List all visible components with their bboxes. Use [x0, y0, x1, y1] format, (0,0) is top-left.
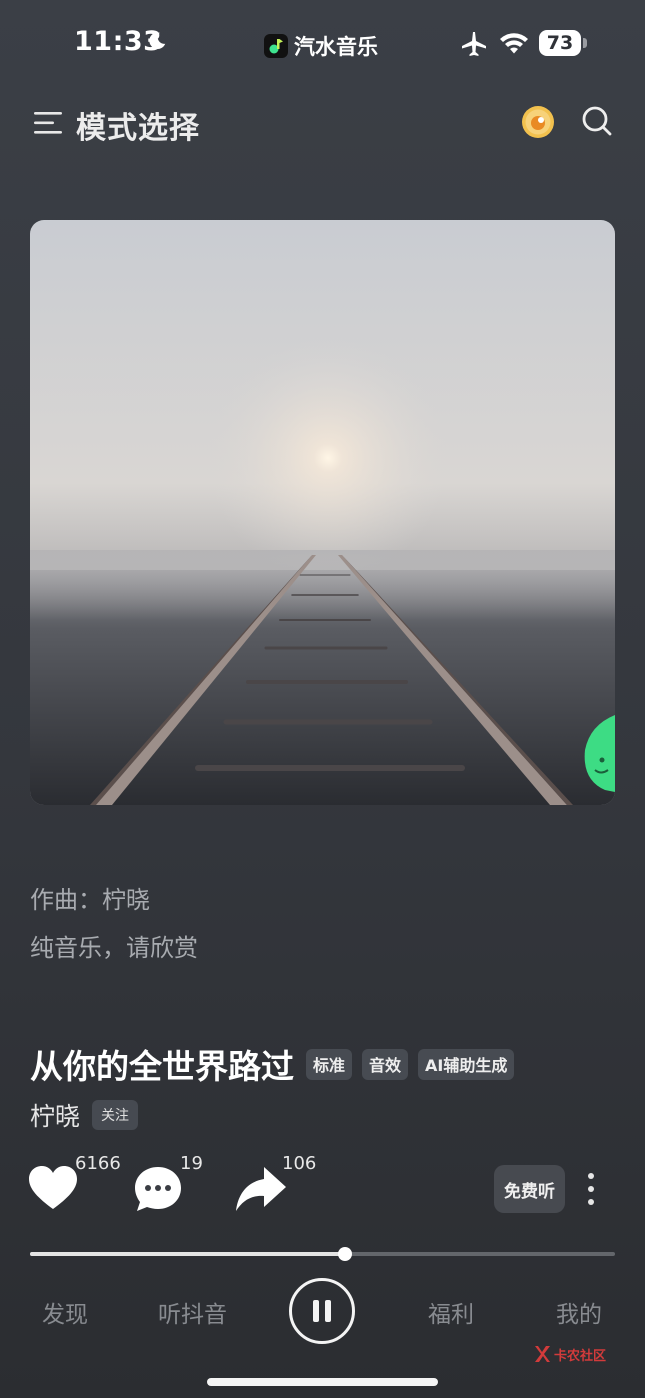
composer-credit: 作曲：柠晓	[30, 886, 150, 914]
playback-progress-thumb[interactable]	[337, 1247, 352, 1261]
home-indicator[interactable]	[207, 1378, 438, 1386]
pause-icon-bar-right	[325, 1300, 331, 1322]
foggy-railway-image	[30, 220, 615, 805]
playback-progress-bar[interactable]	[30, 1247, 615, 1261]
share-button[interactable]: 106	[234, 1153, 316, 1213]
airplane-mode-icon	[462, 32, 486, 56]
battery-tip	[583, 38, 587, 48]
current-app-indicator: 汽水音乐	[264, 31, 378, 61]
nav-tab-mine[interactable]: 我的	[556, 1295, 602, 1329]
qishui-logo-icon	[264, 34, 288, 58]
ai-generated-tag: AI辅助生成	[418, 1048, 515, 1080]
share-arrow-icon	[236, 1167, 286, 1211]
watermark: 卡农社区	[533, 1344, 606, 1364]
album-cover[interactable]	[30, 220, 615, 805]
artist-row: 柠晓 关注	[30, 1097, 139, 1133]
instrumental-note: 纯音乐，请欣赏	[30, 934, 198, 962]
comment-count: 19	[180, 1153, 203, 1174]
comment-icon	[135, 1167, 181, 1211]
nav-tab-discover[interactable]: 发现	[42, 1295, 88, 1329]
song-title: 从你的全世界路过	[30, 1047, 294, 1086]
nav-tab-douyin[interactable]: 听抖音	[158, 1295, 227, 1329]
play-pause-button[interactable]	[289, 1278, 355, 1344]
wifi-icon	[500, 33, 528, 54]
coin-reward-icon[interactable]	[521, 105, 555, 139]
heart-icon	[29, 1166, 77, 1209]
menu-icon[interactable]	[34, 110, 64, 136]
like-button[interactable]: 6166	[28, 1153, 121, 1211]
pause-icon-bar-left	[313, 1300, 319, 1322]
song-title-row: 从你的全世界路过 标准 音效 AI辅助生成	[30, 1040, 515, 1088]
status-bar: 11:33 汽水音乐 73	[0, 0, 645, 90]
moon-icon	[149, 32, 166, 49]
app-name: 汽水音乐	[294, 35, 378, 59]
quality-tag[interactable]: 标准	[306, 1048, 353, 1080]
watermark-logo-icon	[535, 1346, 550, 1362]
free-listen-button[interactable]: 免费听	[494, 1165, 565, 1213]
page-title[interactable]: 模式选择	[76, 103, 200, 147]
like-count: 6166	[75, 1153, 121, 1174]
search-icon[interactable]	[581, 105, 613, 137]
battery-indicator: 73	[539, 30, 587, 56]
playback-progress-fill	[30, 1252, 345, 1256]
nav-tab-welfare[interactable]: 福利	[428, 1295, 474, 1329]
watermark-text: 卡农社区	[554, 1348, 607, 1364]
share-count: 106	[282, 1153, 317, 1174]
artist-name[interactable]: 柠晓	[30, 1097, 80, 1133]
battery-level: 73	[539, 30, 581, 56]
comment-button[interactable]: 19	[133, 1153, 203, 1213]
follow-button[interactable]: 关注	[92, 1100, 139, 1130]
sound-effect-tag[interactable]: 音效	[362, 1048, 409, 1080]
more-options-icon[interactable]	[582, 1170, 600, 1208]
